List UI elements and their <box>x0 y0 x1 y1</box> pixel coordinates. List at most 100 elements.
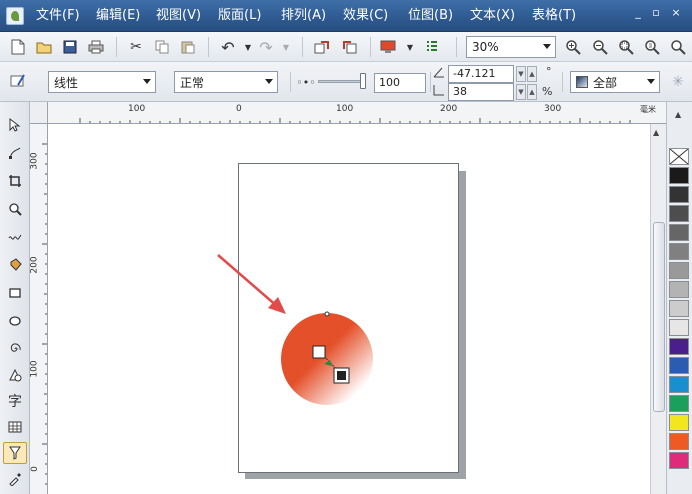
close-button[interactable]: × <box>668 6 684 19</box>
palette-swatch[interactable] <box>669 186 689 203</box>
ellipse-tool-icon[interactable] <box>3 310 27 332</box>
restore-button[interactable]: ▫ <box>648 6 664 19</box>
merge-mode-value: 正常 <box>180 75 205 90</box>
ruler-label: 0 <box>30 466 40 472</box>
import-icon[interactable] <box>312 37 332 57</box>
ruler-origin[interactable] <box>30 102 48 124</box>
palette-swatch[interactable] <box>669 167 689 184</box>
palette-swatch[interactable] <box>669 395 689 412</box>
palette-swatch[interactable] <box>669 262 689 279</box>
palette-swatch[interactable] <box>669 452 689 469</box>
no-color-swatch[interactable] <box>669 148 689 165</box>
palette-swatch[interactable] <box>669 205 689 222</box>
app-logo-icon <box>6 7 24 25</box>
menu-text[interactable]: 文本(X) <box>470 8 515 24</box>
palette-swatch[interactable] <box>669 300 689 317</box>
edit-transparency-icon[interactable] <box>8 71 28 91</box>
palette-swatch[interactable] <box>669 224 689 241</box>
document-page[interactable] <box>238 163 459 473</box>
midpoint-value-field[interactable]: 100 <box>374 73 426 93</box>
text-tool-icon[interactable]: 字 <box>3 390 27 412</box>
menu-arrange[interactable]: 排列(A) <box>281 8 326 24</box>
angle-spin-up[interactable]: ▲ <box>527 66 537 82</box>
basic-shapes-icon[interactable] <box>3 364 27 386</box>
palette-swatch[interactable] <box>669 338 689 355</box>
menu-effects[interactable]: 效果(C) <box>343 8 388 24</box>
cut-icon[interactable]: ✂ <box>126 37 146 57</box>
transparency-type-combo[interactable]: 线性 <box>48 71 156 93</box>
zoom-fit-icon[interactable] <box>616 37 636 57</box>
horizontal-ruler[interactable]: 100 0 100 200 300 毫米 <box>30 102 666 124</box>
angle-field[interactable]: -47.121 <box>448 65 514 83</box>
eyedropper-tool-icon[interactable] <box>3 468 27 490</box>
palette-swatch[interactable] <box>669 357 689 374</box>
redo-icon[interactable]: ↷ <box>256 37 276 57</box>
zoom-in-icon[interactable] <box>563 37 583 57</box>
menu-bitmaps[interactable]: 位图(B) <box>408 8 453 24</box>
zoom-level-combo[interactable]: 30% <box>466 36 556 58</box>
open-icon[interactable] <box>34 37 54 57</box>
palette-swatch[interactable] <box>669 243 689 260</box>
table-tool-icon[interactable] <box>3 416 27 438</box>
edge-pad-field[interactable]: 38 <box>448 83 514 101</box>
transparency-target-value: 全部 <box>593 75 618 90</box>
menu-edit[interactable]: 编辑(E) <box>96 8 140 24</box>
export-icon[interactable] <box>340 37 360 57</box>
ruler-label: 100 <box>30 360 40 378</box>
palette-swatch[interactable] <box>669 319 689 336</box>
midpoint-slider-handle[interactable] <box>360 73 366 89</box>
shape-tool-icon[interactable] <box>3 142 27 164</box>
palette-scroll-up-icon[interactable]: ▲ <box>675 110 681 119</box>
spiral-tool-icon[interactable] <box>3 338 27 360</box>
palette-swatch[interactable] <box>669 414 689 431</box>
undo-icon[interactable]: ↶ <box>218 37 238 57</box>
palette-swatch[interactable] <box>669 433 689 450</box>
zoom-tool-icon[interactable] <box>3 198 27 220</box>
edge-pad-unit-label: % <box>542 85 553 98</box>
ruler-label: 300 <box>30 152 40 170</box>
menu-file[interactable]: 文件(F) <box>36 8 80 24</box>
zoom-selection-icon[interactable] <box>668 37 688 57</box>
redo-dropdown-icon[interactable]: ▼ <box>276 37 296 57</box>
angle-spin-down[interactable]: ▼ <box>516 66 526 82</box>
ruler-label: 100 <box>128 104 146 114</box>
vertical-ruler[interactable]: 300 200 100 0 <box>30 124 48 494</box>
edge-pad-spin-up[interactable]: ▲ <box>527 84 537 100</box>
vertical-scrollbar[interactable]: ▲ <box>650 124 666 494</box>
print-icon[interactable] <box>86 37 106 57</box>
angle-icon <box>432 65 446 79</box>
smart-fill-icon[interactable] <box>3 254 27 276</box>
scroll-thumb[interactable] <box>653 222 665 412</box>
menu-table[interactable]: 表格(T) <box>532 8 576 24</box>
midpoint-slider-track[interactable] <box>318 80 366 83</box>
palette-swatch[interactable] <box>669 281 689 298</box>
freeze-icon[interactable]: ✳ <box>668 72 688 92</box>
palette-swatch[interactable] <box>669 376 689 393</box>
rectangle-tool-icon[interactable] <box>3 282 27 304</box>
options-icon[interactable] <box>422 37 442 57</box>
new-icon[interactable] <box>8 37 28 57</box>
save-icon[interactable] <box>60 37 80 57</box>
transparency-tool-icon[interactable] <box>3 442 27 464</box>
paste-icon[interactable] <box>178 37 198 57</box>
crop-tool-icon[interactable] <box>3 170 27 192</box>
pick-tool-icon[interactable] <box>3 114 27 136</box>
transparency-target-combo[interactable]: 全部 <box>570 71 660 93</box>
launcher-icon[interactable] <box>378 37 398 57</box>
launcher-dropdown-icon[interactable]: ▼ <box>400 37 420 57</box>
property-bar: 线性 正常 ◦•◦ 100 -47.121 ▼ ▲ ° 38 ▼ ▲ % 全部 … <box>0 62 692 102</box>
scroll-up-icon[interactable]: ▲ <box>653 128 659 137</box>
minimize-button[interactable]: _ <box>630 6 646 19</box>
ruler-label: 200 <box>440 104 458 114</box>
merge-mode-combo[interactable]: 正常 <box>174 71 278 93</box>
zoom-out-icon[interactable] <box>590 37 610 57</box>
chevron-down-icon <box>265 79 273 84</box>
menu-view[interactable]: 视图(V) <box>156 8 201 24</box>
copy-icon[interactable] <box>152 37 172 57</box>
freehand-tool-icon[interactable] <box>3 226 27 248</box>
zoom-page-icon[interactable] <box>642 37 662 57</box>
ruler-label: 300 <box>544 104 562 114</box>
edge-pad-spin-down[interactable]: ▼ <box>516 84 526 100</box>
undo-dropdown-icon[interactable]: ▼ <box>238 37 258 57</box>
menu-layout[interactable]: 版面(L) <box>218 8 261 24</box>
